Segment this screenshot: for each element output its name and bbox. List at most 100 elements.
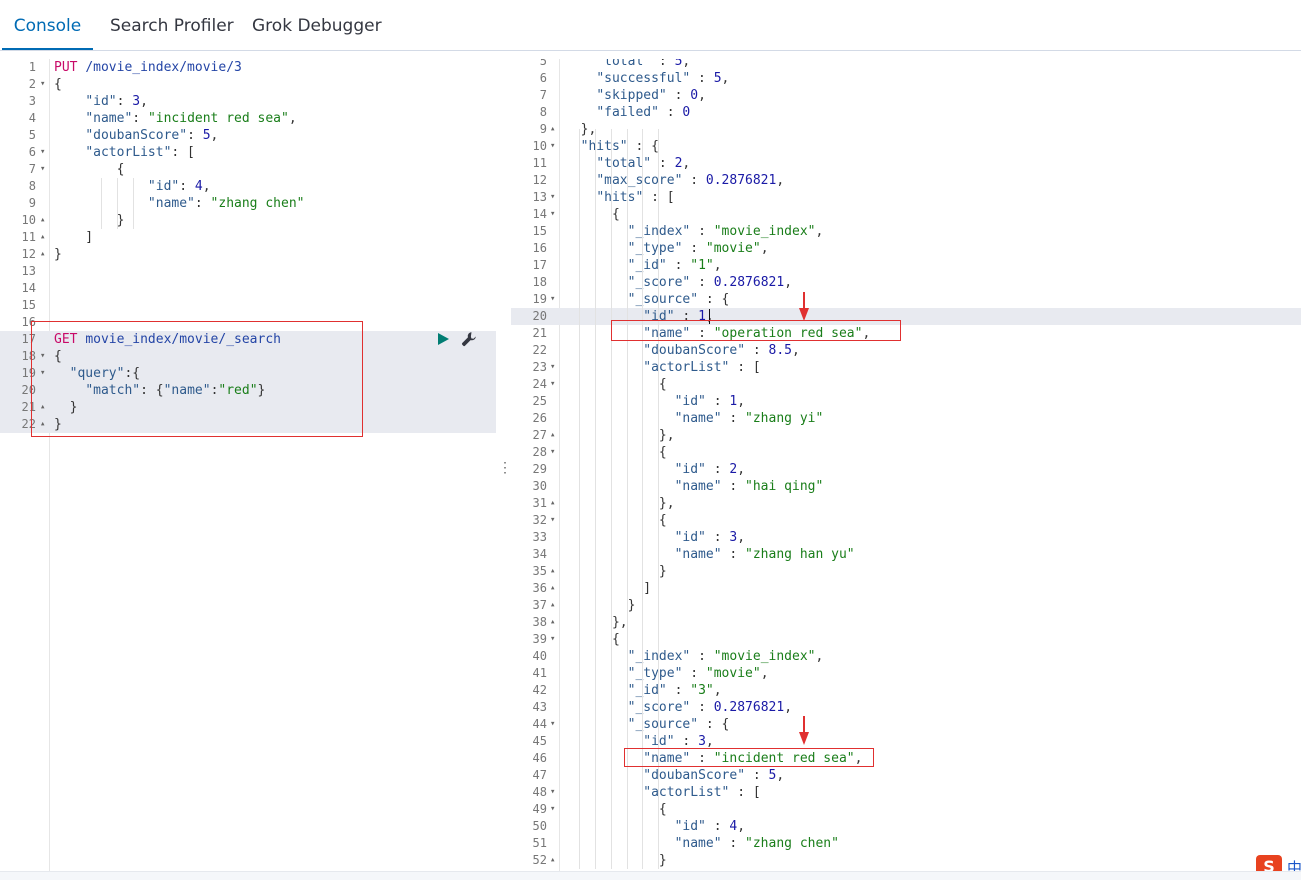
play-icon[interactable] — [438, 333, 449, 345]
code-line[interactable]: 40 "_index" : "movie_index", — [511, 648, 1301, 665]
fold-open-icon[interactable]: ▾ — [40, 144, 45, 161]
code-line[interactable]: 33 "id" : 3, — [511, 529, 1301, 546]
fold-close-icon[interactable]: ▴ — [40, 246, 45, 263]
code-token: } — [565, 598, 636, 613]
code-line[interactable]: 29 "id" : 2, — [511, 461, 1301, 478]
code-line[interactable]: 24 ▾ { — [511, 376, 1301, 393]
code-line[interactable]: 42 "_id" : "3", — [511, 682, 1301, 699]
code-text: "_index" : "movie_index", — [565, 223, 824, 240]
fold-close-icon[interactable]: ▴ — [550, 563, 555, 580]
code-line[interactable]: 16 "_type" : "movie", — [511, 240, 1301, 257]
code-line[interactable]: 47 "doubanScore" : 5, — [511, 767, 1301, 784]
fold-open-icon[interactable]: ▾ — [550, 784, 555, 801]
fold-close-icon[interactable]: ▴ — [40, 212, 45, 229]
code-line[interactable]: 41 "_type" : "movie", — [511, 665, 1301, 682]
code-line[interactable]: 14 ▾ { — [511, 206, 1301, 223]
fold-open-icon[interactable]: ▾ — [550, 444, 555, 461]
code-line[interactable]: 32 ▾ { — [511, 512, 1301, 529]
code-line[interactable]: 13 ▾ "hits" : [ — [511, 189, 1301, 206]
code-line[interactable]: 31 ▴ }, — [511, 495, 1301, 512]
tab-search-profiler[interactable]: Search Profiler — [110, 0, 234, 50]
code-line[interactable]: 12 ▴} — [0, 246, 496, 263]
fold-open-icon[interactable]: ▾ — [550, 138, 555, 155]
fold-open-icon[interactable]: ▾ — [550, 631, 555, 648]
fold-close-icon[interactable]: ▴ — [550, 852, 555, 869]
code-line[interactable]: 8 "failed" : 0 — [511, 104, 1301, 121]
code-line[interactable]: 34 "name" : "zhang han yu" — [511, 546, 1301, 563]
code-line[interactable]: 5 "doubanScore": 5, — [0, 127, 496, 144]
code-line[interactable]: 8 "id": 4, — [0, 178, 496, 195]
fold-open-icon[interactable]: ▾ — [550, 716, 555, 733]
code-line[interactable]: 37 ▴ } — [511, 597, 1301, 614]
code-line[interactable]: 30 "name" : "hai qing" — [511, 478, 1301, 495]
fold-open-icon[interactable]: ▾ — [550, 189, 555, 206]
tab-console[interactable]: Console — [2, 0, 93, 50]
code-line[interactable]: 3 "id": 3, — [0, 93, 496, 110]
fold-close-icon[interactable]: ▴ — [550, 597, 555, 614]
code-line[interactable]: 49 ▾ { — [511, 801, 1301, 818]
request-editor[interactable]: 1 PUT /movie_index/movie/3 2 ▾{3 "id": 3, 4 … — [0, 59, 496, 871]
code-line[interactable]: 7 "skipped" : 0, — [511, 87, 1301, 104]
code-line[interactable]: 11 "total" : 2, — [511, 155, 1301, 172]
code-line[interactable]: 11 ▴ ] — [0, 229, 496, 246]
code-line[interactable]: 15 — [0, 297, 496, 314]
code-line[interactable]: 28 ▾ { — [511, 444, 1301, 461]
code-line[interactable]: 23 ▾ "actorList" : [ — [511, 359, 1301, 376]
fold-open-icon[interactable]: ▾ — [550, 801, 555, 818]
code-line[interactable]: 9 "name": "zhang chen" — [0, 195, 496, 212]
code-line[interactable]: 27 ▴ }, — [511, 427, 1301, 444]
code-text: "name" : "hai qing" — [565, 478, 824, 495]
code-line[interactable]: 1 PUT /movie_index/movie/3 — [0, 59, 496, 76]
code-line[interactable]: 44 ▾ "_source" : { — [511, 716, 1301, 733]
fold-close-icon[interactable]: ▴ — [550, 614, 555, 631]
code-line[interactable]: 9 ▴ }, — [511, 121, 1301, 138]
code-line[interactable]: 48 ▾ "actorList" : [ — [511, 784, 1301, 801]
code-line[interactable]: 6 ▾ "actorList": [ — [0, 144, 496, 161]
code-line[interactable]: 35 ▴ } — [511, 563, 1301, 580]
code-line[interactable]: 13 — [0, 263, 496, 280]
code-text: { — [54, 161, 125, 178]
code-line[interactable]: 51 "name" : "zhang chen" — [511, 835, 1301, 852]
wrench-icon[interactable] — [461, 331, 477, 347]
code-line[interactable]: 39 ▾ { — [511, 631, 1301, 648]
code-line[interactable]: 7 ▾ { — [0, 161, 496, 178]
fold-open-icon[interactable]: ▾ — [550, 376, 555, 393]
code-line[interactable]: 22 "doubanScore" : 8.5, — [511, 342, 1301, 359]
fold-open-icon[interactable]: ▾ — [40, 161, 45, 178]
fold-open-icon[interactable]: ▾ — [550, 512, 555, 529]
code-line[interactable]: 26 "name" : "zhang yi" — [511, 410, 1301, 427]
code-token: { — [565, 802, 667, 817]
code-line[interactable]: 18 "_score" : 0.2876821, — [511, 274, 1301, 291]
tab-grok-debugger[interactable]: Grok Debugger — [252, 0, 382, 50]
code-line[interactable]: 4 "name": "incident red sea", — [0, 110, 496, 127]
fold-open-icon[interactable]: ▾ — [550, 206, 555, 223]
code-line[interactable]: 17 "_id" : "1", — [511, 257, 1301, 274]
code-line[interactable]: 19 ▾ "_source" : { — [511, 291, 1301, 308]
fold-close-icon[interactable]: ▴ — [550, 580, 555, 597]
pane-resize-handle[interactable]: ⋮ — [498, 459, 512, 476]
fold-close-icon[interactable]: ▴ — [40, 229, 45, 246]
fold-open-icon[interactable]: ▾ — [550, 359, 555, 376]
code-line[interactable]: 43 "_score" : 0.2876821, — [511, 699, 1301, 716]
code-line[interactable]: 2 ▾ { — [0, 76, 496, 93]
code-line[interactable]: 12 "max_score" : 0.2876821, — [511, 172, 1301, 189]
code-line[interactable]: 14 — [0, 280, 496, 297]
code-line[interactable]: 25 "id" : 1, — [511, 393, 1301, 410]
fold-close-icon[interactable]: ▴ — [550, 427, 555, 444]
code-line[interactable]: 36 ▴ ] — [511, 580, 1301, 597]
code-line[interactable]: 6 "successful" : 5, — [511, 70, 1301, 87]
fold-open-icon[interactable]: ▾ — [550, 291, 555, 308]
code-line[interactable]: 5 "total" : 5, — [511, 59, 1301, 70]
fold-open-icon[interactable]: ▾ — [40, 76, 45, 93]
code-token: }, — [565, 122, 597, 137]
fold-close-icon[interactable]: ▴ — [550, 121, 555, 138]
code-line[interactable]: 52 ▴ } — [511, 852, 1301, 869]
code-line[interactable]: 10 ▴ } — [0, 212, 496, 229]
code-line[interactable]: 50 "id" : 4, — [511, 818, 1301, 835]
code-token: : — [651, 156, 675, 171]
code-line[interactable]: 10 ▾ "hits" : { — [511, 138, 1301, 155]
code-line[interactable]: 15 "_index" : "movie_index", — [511, 223, 1301, 240]
fold-close-icon[interactable]: ▴ — [550, 495, 555, 512]
code-line[interactable]: 38 ▴ }, — [511, 614, 1301, 631]
